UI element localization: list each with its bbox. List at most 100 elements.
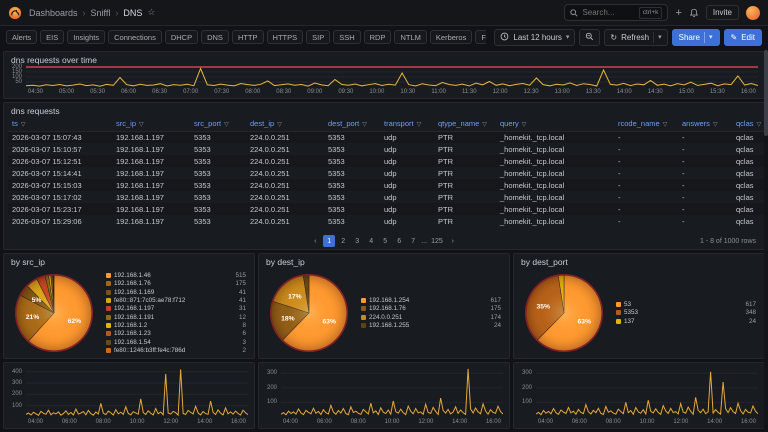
filter-icon[interactable]: ▽ (757, 122, 762, 128)
dashboard-tag[interactable]: Kerberos (430, 30, 472, 44)
legend-item[interactable]: 192.168.1.254617 (361, 296, 501, 304)
column-header[interactable]: transport▽ (380, 117, 434, 131)
favorite-star-icon[interactable]: ☆ (147, 7, 155, 18)
page-button[interactable]: 2 (337, 235, 349, 247)
panel-title[interactable]: dns requests (4, 103, 764, 117)
dashboard-tag[interactable]: Insights (67, 30, 105, 44)
dashboard-tag[interactable]: HTTP (232, 30, 264, 44)
dashboard-tag[interactable]: RDP (364, 30, 392, 44)
breadcrumb-dashboards[interactable]: Dashboards (29, 8, 78, 18)
grafana-logo[interactable] (8, 6, 22, 20)
filter-icon[interactable]: ▽ (21, 122, 26, 128)
filter-icon[interactable]: ▽ (362, 122, 367, 128)
dashboard-tag[interactable]: Alerts (6, 30, 37, 44)
search-input[interactable] (582, 8, 634, 17)
new-plus-icon[interactable]: + (675, 7, 681, 19)
column-header[interactable]: dest_port▽ (324, 117, 380, 131)
user-avatar[interactable] (746, 6, 760, 20)
table-cell: qclas (732, 131, 764, 143)
dashboard-tag[interactable]: DNS (201, 30, 229, 44)
column-header[interactable]: answers▽ (678, 117, 732, 131)
dashboard-tag[interactable]: Files (475, 30, 486, 44)
time-series-plot[interactable] (281, 366, 503, 417)
bell-icon[interactable] (689, 8, 699, 18)
column-header[interactable]: src_ip▽ (112, 117, 190, 131)
page-button[interactable]: 7 (407, 235, 419, 247)
panel-title[interactable]: dns requests over time (4, 52, 764, 66)
dashboard-tag[interactable]: Connections (108, 30, 162, 44)
share-button[interactable]: Share ▾ (672, 29, 720, 46)
column-header[interactable]: dest_ip▽ (246, 117, 324, 131)
column-header[interactable]: qtype_name▽ (434, 117, 496, 131)
column-header[interactable]: ts▽ (8, 117, 112, 131)
dashboard-tag[interactable]: EIS (40, 30, 64, 44)
pie-chart[interactable]: 63%35% (522, 271, 606, 355)
legend-item[interactable]: 224.0.0.251174 (361, 313, 501, 321)
filter-icon[interactable]: ▽ (522, 122, 527, 128)
legend-item[interactable]: 192.168.1.25524 (361, 321, 501, 329)
filter-icon[interactable]: ▽ (139, 122, 144, 128)
next-page-button[interactable]: › (447, 235, 459, 247)
filter-icon[interactable]: ▽ (482, 122, 487, 128)
legend-item[interactable]: 192.168.1.28 (106, 321, 246, 329)
page-button[interactable]: 1 (323, 235, 335, 247)
legend-item[interactable]: 5353348 (616, 309, 756, 317)
dashboard-tag[interactable]: SSH (333, 30, 360, 44)
page-button[interactable]: 125 (429, 235, 445, 247)
legend-item[interactable]: 192.168.1.76175 (361, 305, 501, 313)
pie-chart[interactable]: 63%18%17% (267, 271, 351, 355)
legend-item[interactable]: 192.168.1.76175 (106, 280, 246, 288)
page-button[interactable]: 6 (393, 235, 405, 247)
zoom-out-button[interactable] (579, 29, 600, 46)
table-scroll-area[interactable]: ts▽src_ip▽src_port▽dest_ip▽dest_port▽tra… (4, 117, 764, 233)
page-button[interactable]: 3 (351, 235, 363, 247)
page-button[interactable]: 5 (379, 235, 391, 247)
filter-icon[interactable]: ▽ (277, 122, 282, 128)
legend-item[interactable]: 192.168.1.236 (106, 330, 246, 338)
column-header[interactable]: src_port▽ (190, 117, 246, 131)
page-button[interactable]: 4 (365, 235, 377, 247)
share-label: Share (679, 33, 700, 42)
time-series-plot[interactable] (26, 366, 248, 417)
panel-title[interactable]: by dest_ip (259, 254, 509, 268)
dashboard-tag[interactable]: NTLM (394, 30, 426, 44)
dashboard-tag[interactable]: SIP (306, 30, 330, 44)
search-box[interactable]: ctrl+k (564, 4, 668, 21)
filter-icon[interactable]: ▽ (417, 122, 422, 128)
filter-icon[interactable]: ▽ (713, 122, 718, 128)
table-cell: 224.0.0.251 (246, 215, 324, 227)
legend-item[interactable]: 192.168.1.16941 (106, 288, 246, 296)
prev-page-button[interactable]: ‹ (309, 235, 321, 247)
breadcrumb-folder[interactable]: Sniffl (91, 8, 111, 18)
column-header[interactable]: rcode_name▽ (614, 117, 678, 131)
legend-item[interactable]: 13724 (616, 317, 756, 325)
panel-title[interactable]: by dest_port (514, 254, 764, 268)
legend-item[interactable]: 192.168.1.543 (106, 338, 246, 346)
dashboard-tag[interactable]: DHCP (165, 30, 198, 44)
time-range-picker[interactable]: Last 12 hours ▾ (494, 29, 575, 46)
time-series-plot[interactable] (26, 66, 758, 87)
scrollbar-thumb[interactable] (764, 50, 768, 136)
legend-color-swatch (616, 319, 621, 324)
dashboard-tag[interactable]: HTTPS (267, 30, 304, 44)
legend-item[interactable]: 53617 (616, 301, 756, 309)
edit-button[interactable]: ✎ Edit (724, 29, 763, 46)
panel-title[interactable]: by src_ip (4, 254, 254, 268)
legend-item[interactable]: fe80::1246:b3ff:fe4c:786d2 (106, 346, 246, 354)
column-header[interactable]: qclas▽ (732, 117, 764, 131)
filter-icon[interactable]: ▽ (224, 122, 229, 128)
legend-item[interactable]: 192.168.1.19112 (106, 313, 246, 321)
filter-icon[interactable]: ▽ (663, 122, 668, 128)
refresh-button[interactable]: ↻ Refresh ▾ (604, 29, 667, 46)
column-header[interactable]: query▽ (496, 117, 614, 131)
legend-item[interactable]: 192.168.1.46515 (106, 272, 246, 280)
table-cell: 192.168.1.197 (112, 203, 190, 215)
x-tick-label: 08:00 (606, 418, 621, 426)
pie-chart[interactable]: 62%21%5% (12, 271, 96, 355)
legend-item[interactable]: fe80::871:7c05:ae78:f71241 (106, 296, 246, 304)
legend-item[interactable]: 192.168.1.19731 (106, 305, 246, 313)
table-cell: 224.0.0.251 (246, 203, 324, 215)
page-scrollbar[interactable] (764, 48, 768, 432)
time-series-plot[interactable] (536, 366, 758, 417)
invite-button[interactable]: Invite (706, 5, 739, 20)
